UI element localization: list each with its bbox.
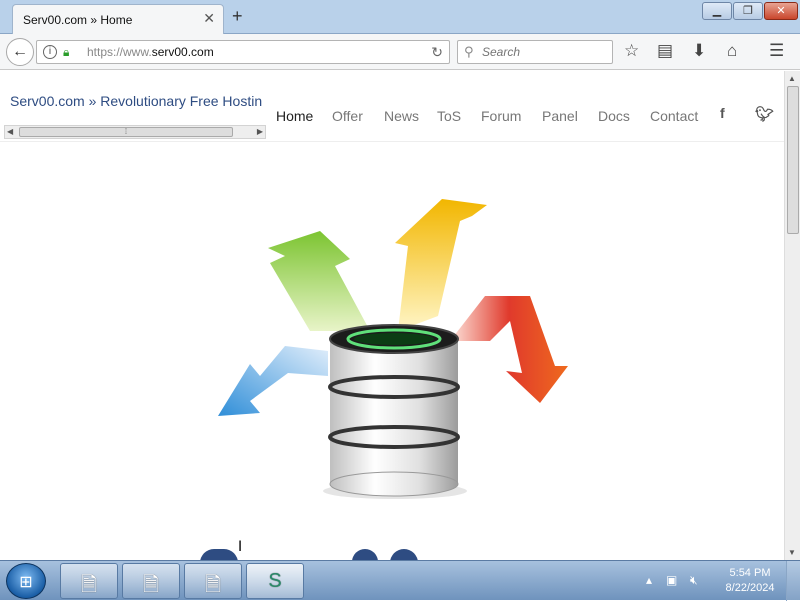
scroll-up-icon[interactable]: ▲ — [788, 74, 796, 83]
browser-tab[interactable]: Serv00.com » Home ✕ — [12, 4, 224, 34]
nav-offer[interactable]: Offer — [332, 108, 363, 124]
window-close-button[interactable]: ✕ — [764, 2, 798, 20]
home-icon[interactable]: ⌂ — [727, 41, 737, 61]
file-icon: 🗎︎ — [204, 574, 222, 596]
reload-icon[interactable]: ↻ — [431, 44, 443, 61]
search-icon: ⚲ — [464, 44, 474, 59]
nav-news[interactable]: News — [384, 108, 419, 124]
windows-start-icon[interactable]: ⊞ — [6, 563, 46, 599]
url-text[interactable]: https://www.serv00.com — [87, 45, 214, 59]
partial-circle-icon — [200, 549, 238, 560]
scroll-right-icon[interactable]: ▶ — [257, 126, 263, 138]
nav-panel[interactable]: Panel — [542, 108, 578, 124]
browser-titlebar: Serv00.com » Home ✕ + ▁ ❐ ✕ — [0, 0, 800, 34]
taskbar-item[interactable]: 🗎︎ — [122, 563, 180, 599]
menu-icon[interactable]: ☰ — [769, 41, 784, 61]
close-icon[interactable]: ✕ — [203, 10, 215, 27]
tray-arrow-icon[interactable]: ▴ — [646, 573, 652, 587]
plus-icon[interactable]: + — [232, 6, 243, 27]
clock-time: 5:54 PM — [729, 567, 771, 579]
minimize-icon: ▁ — [712, 5, 722, 17]
scroll-down-icon[interactable]: ▼ — [788, 548, 796, 557]
header-divider — [0, 141, 784, 142]
search-input[interactable] — [482, 43, 608, 61]
twitter-icon[interactable]: 🐦︎ — [755, 105, 774, 123]
maximize-icon: ❐ — [743, 5, 753, 17]
page-content: Serv00.com » Revolutionary Free Hostin ◀… — [0, 71, 784, 560]
file-icon: 🗎︎ — [142, 574, 160, 596]
scroll-left-icon[interactable]: ◀ — [7, 126, 13, 138]
show-desktop-button[interactable] — [786, 561, 800, 601]
snake-app-icon: S — [268, 570, 282, 592]
partial-circle-icon — [390, 549, 418, 560]
back-arrow-icon[interactable]: ← — [6, 38, 34, 66]
taskbar-item[interactable]: 🗎︎ — [60, 563, 118, 599]
nav-forum[interactable]: Forum — [481, 108, 521, 124]
nav-home[interactable]: Home — [276, 108, 313, 124]
partial-circle-icon — [352, 549, 378, 560]
nav-contact[interactable]: Contact — [650, 108, 698, 124]
file-icon: 🗎︎ — [80, 574, 98, 596]
text-cursor-icon: Ⅰ — [238, 538, 243, 554]
horizontal-scrollbar[interactable]: ◀ ⁞ ▶ — [4, 125, 266, 139]
network-icon[interactable]: ▣ — [666, 573, 677, 587]
info-icon[interactable]: i — [43, 45, 57, 59]
vertical-scroll-thumb[interactable] — [787, 86, 799, 234]
reading-list-icon[interactable]: ▤ — [657, 41, 673, 61]
site-brand[interactable]: Serv00.com » Revolutionary Free Hostin — [10, 93, 268, 109]
search-bar[interactable]: ⚲ — [457, 40, 613, 64]
vertical-scrollbar[interactable]: ▲ ▼ — [784, 71, 800, 560]
windows-taskbar: ⊞ 🗎︎ 🗎︎ 🗎︎ S ▴ ▣ 🔇︎ 5:54 PM 8/22/2024 — [0, 560, 800, 601]
url-domain: serv00.com — [151, 45, 214, 59]
hero-image — [218, 199, 568, 499]
taskbar-item[interactable]: 🗎︎ — [184, 563, 242, 599]
facebook-icon[interactable]: f — [720, 105, 725, 121]
navigation-toolbar: ← i 🔒︎ https://www.serv00.com ↻ ⚲ ☆ ▤ ⬇ … — [0, 34, 800, 70]
close-icon: ✕ — [776, 5, 786, 17]
volume-muted-icon[interactable]: 🔇︎ — [690, 573, 698, 588]
star-icon[interactable]: ☆ — [624, 41, 639, 61]
nav-docs[interactable]: Docs — [598, 108, 630, 124]
url-prefix: https://www. — [87, 45, 152, 59]
lock-icon[interactable]: 🔒︎ — [63, 45, 69, 60]
clock-date: 8/22/2024 — [725, 582, 775, 594]
tab-title: Serv00.com » Home — [23, 13, 133, 27]
maximize-button[interactable]: ❐ — [733, 2, 763, 20]
scroll-thumb[interactable]: ⁞ — [19, 127, 233, 137]
taskbar-item[interactable]: S — [246, 563, 304, 599]
minimize-button[interactable]: ▁ — [702, 2, 732, 20]
url-bar[interactable]: i 🔒︎ https://www.serv00.com ↻ — [36, 40, 450, 64]
download-icon[interactable]: ⬇ — [692, 41, 706, 61]
system-clock[interactable]: 5:54 PM 8/22/2024 — [716, 566, 784, 596]
nav-tos[interactable]: ToS — [437, 108, 461, 124]
